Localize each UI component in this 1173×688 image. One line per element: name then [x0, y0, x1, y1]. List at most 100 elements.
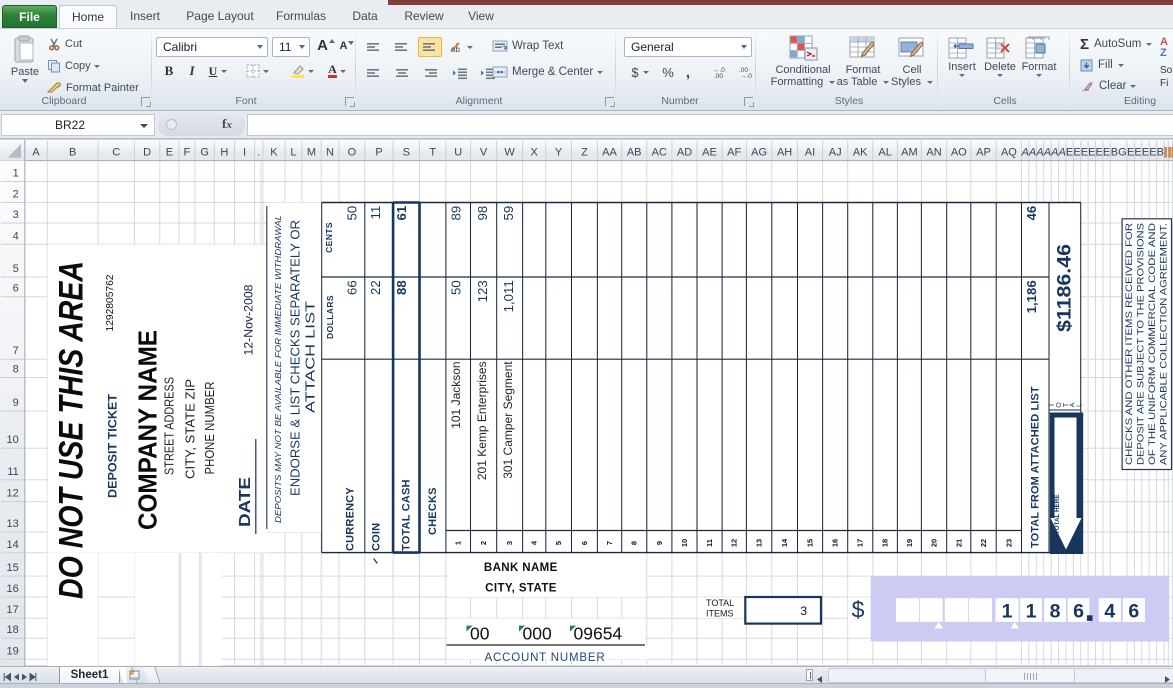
svg-text:000: 000 [523, 624, 552, 644]
svg-text:ATTACH LIST: ATTACH LIST [304, 300, 318, 413]
svg-text:PHONE NUMBER: PHONE NUMBER [202, 382, 217, 475]
svg-text:16: 16 [831, 539, 840, 547]
svg-text:DEPOSIT TICKET: DEPOSIT TICKET [106, 393, 120, 498]
svg-text:1: 1 [1026, 600, 1037, 622]
svg-text:E: E [1149, 147, 1156, 159]
svg-text:88: 88 [394, 280, 409, 295]
svg-text:AL: AL [878, 147, 891, 159]
svg-text:E: E [166, 147, 173, 159]
svg-text:1,186: 1,186 [1024, 280, 1039, 313]
svg-text:10: 10 [680, 539, 689, 547]
svg-text:18: 18 [7, 624, 19, 636]
svg-text:AG: AG [751, 147, 767, 159]
svg-text:V: V [480, 147, 488, 159]
svg-text:O: O [348, 147, 357, 159]
svg-text:I: I [243, 147, 246, 159]
svg-text:6: 6 [1073, 600, 1084, 622]
svg-text:B: B [1157, 147, 1164, 159]
svg-text:50: 50 [344, 206, 359, 221]
svg-text:.: . [257, 147, 260, 159]
svg-text:ab: ab [451, 45, 460, 54]
svg-text:61: 61 [394, 206, 409, 221]
svg-text:9: 9 [655, 541, 664, 545]
svg-text:AJ: AJ [829, 147, 842, 159]
svg-text:20: 20 [930, 539, 939, 547]
svg-text:11: 11 [368, 206, 383, 220]
svg-text:98: 98 [475, 206, 490, 221]
svg-text:19: 19 [7, 645, 19, 657]
svg-text:E: E [1088, 147, 1095, 159]
svg-text:11: 11 [705, 539, 714, 547]
svg-text:101 Jackson: 101 Jackson [449, 361, 463, 428]
svg-text:12: 12 [7, 488, 19, 500]
svg-text:AO: AO [951, 147, 967, 159]
svg-text:17: 17 [7, 604, 19, 616]
svg-text:E: E [1127, 147, 1134, 159]
svg-text:1292805762: 1292805762 [105, 274, 116, 331]
svg-text:1: 1 [1002, 600, 1013, 622]
svg-text:S: S [403, 147, 410, 159]
svg-text:T: T [429, 147, 436, 159]
svg-text:ENDORSE & LIST CHECKS SEPARATE: ENDORSE & LIST CHECKS SEPARATELY OR [289, 220, 303, 496]
svg-text:TOTAL CASH: TOTAL CASH [400, 479, 412, 551]
svg-text:5: 5 [554, 541, 563, 545]
svg-text:W: W [504, 147, 515, 159]
svg-text:5: 5 [13, 263, 19, 275]
svg-text:E: E [1134, 147, 1141, 159]
svg-text:U: U [454, 147, 462, 159]
svg-text:CHECKS AND OTHER ITEMS RECEIVE: CHECKS AND OTHER ITEMS RECEIVED FOR [1124, 223, 1134, 465]
svg-text:DO NOT USE THIS AREA: DO NOT USE THIS AREA [53, 261, 91, 599]
svg-text:DOLLARS: DOLLARS [325, 295, 335, 339]
svg-text:21: 21 [954, 539, 963, 547]
svg-text:ITEMS: ITEMS [706, 609, 734, 619]
svg-text:15: 15 [806, 539, 815, 547]
svg-text:14: 14 [780, 538, 789, 547]
svg-text:E: E [1066, 147, 1073, 159]
svg-text:AA: AA [602, 147, 617, 159]
svg-text:A: A [32, 147, 40, 159]
svg-text:DATE: DATE [237, 477, 254, 527]
svg-text:ANY APPLICABLE COLLECTION AGRE: ANY APPLICABLE COLLECTION AGREEMENT. [1159, 223, 1169, 465]
svg-text:M: M [307, 147, 316, 159]
svg-text:AH: AH [777, 147, 792, 159]
svg-text:B: B [69, 147, 76, 159]
svg-text:H: H [220, 147, 228, 159]
svg-text:P: P [375, 147, 382, 159]
svg-text:Y: Y [555, 147, 563, 159]
svg-text:D: D [143, 147, 151, 159]
svg-text:6: 6 [580, 541, 589, 545]
svg-text:17: 17 [856, 539, 865, 547]
svg-text:15: 15 [7, 562, 19, 574]
svg-text:4: 4 [1104, 600, 1115, 622]
svg-text:AI: AI [805, 147, 815, 159]
svg-text:13: 13 [7, 518, 19, 530]
svg-text:A: A [1043, 147, 1051, 159]
svg-text:TOTAL: TOTAL [706, 598, 734, 608]
svg-text:.00: .00 [714, 73, 723, 79]
svg-text:89: 89 [449, 206, 464, 221]
svg-text:AN: AN [926, 147, 941, 159]
svg-text:9: 9 [13, 397, 19, 409]
svg-text:46: 46 [1024, 206, 1039, 221]
svg-text:C: C [112, 147, 120, 159]
svg-text:18: 18 [881, 539, 890, 547]
svg-text:BANK NAME: BANK NAME [484, 562, 558, 574]
svg-text:59: 59 [501, 206, 516, 221]
svg-text:TOTAL FROM ATTACHED LIST: TOTAL FROM ATTACHED LIST [1029, 386, 1041, 548]
svg-text:COIN: COIN [371, 523, 383, 551]
svg-text:16: 16 [7, 583, 19, 595]
svg-text:DEPOSIT ARE SUBJECT TO THE PRO: DEPOSIT ARE SUBJECT TO THE PROVISIONS [1135, 223, 1145, 465]
svg-text:AB: AB [627, 147, 642, 159]
svg-text:6: 6 [13, 283, 19, 295]
svg-text:F: F [184, 147, 191, 159]
svg-text:STREET ADDRESS: STREET ADDRESS [161, 377, 176, 475]
svg-text:AE: AE [702, 147, 717, 159]
svg-text:AP: AP [976, 147, 991, 159]
svg-text:CHECKS: CHECKS [427, 487, 439, 535]
svg-text:1: 1 [454, 541, 463, 545]
svg-text:AF: AF [727, 147, 741, 159]
svg-text:2: 2 [479, 541, 488, 545]
svg-text:8: 8 [630, 541, 639, 545]
svg-text:N: N [326, 147, 334, 159]
svg-text:12-Nov-2008: 12-Nov-2008 [242, 284, 256, 355]
